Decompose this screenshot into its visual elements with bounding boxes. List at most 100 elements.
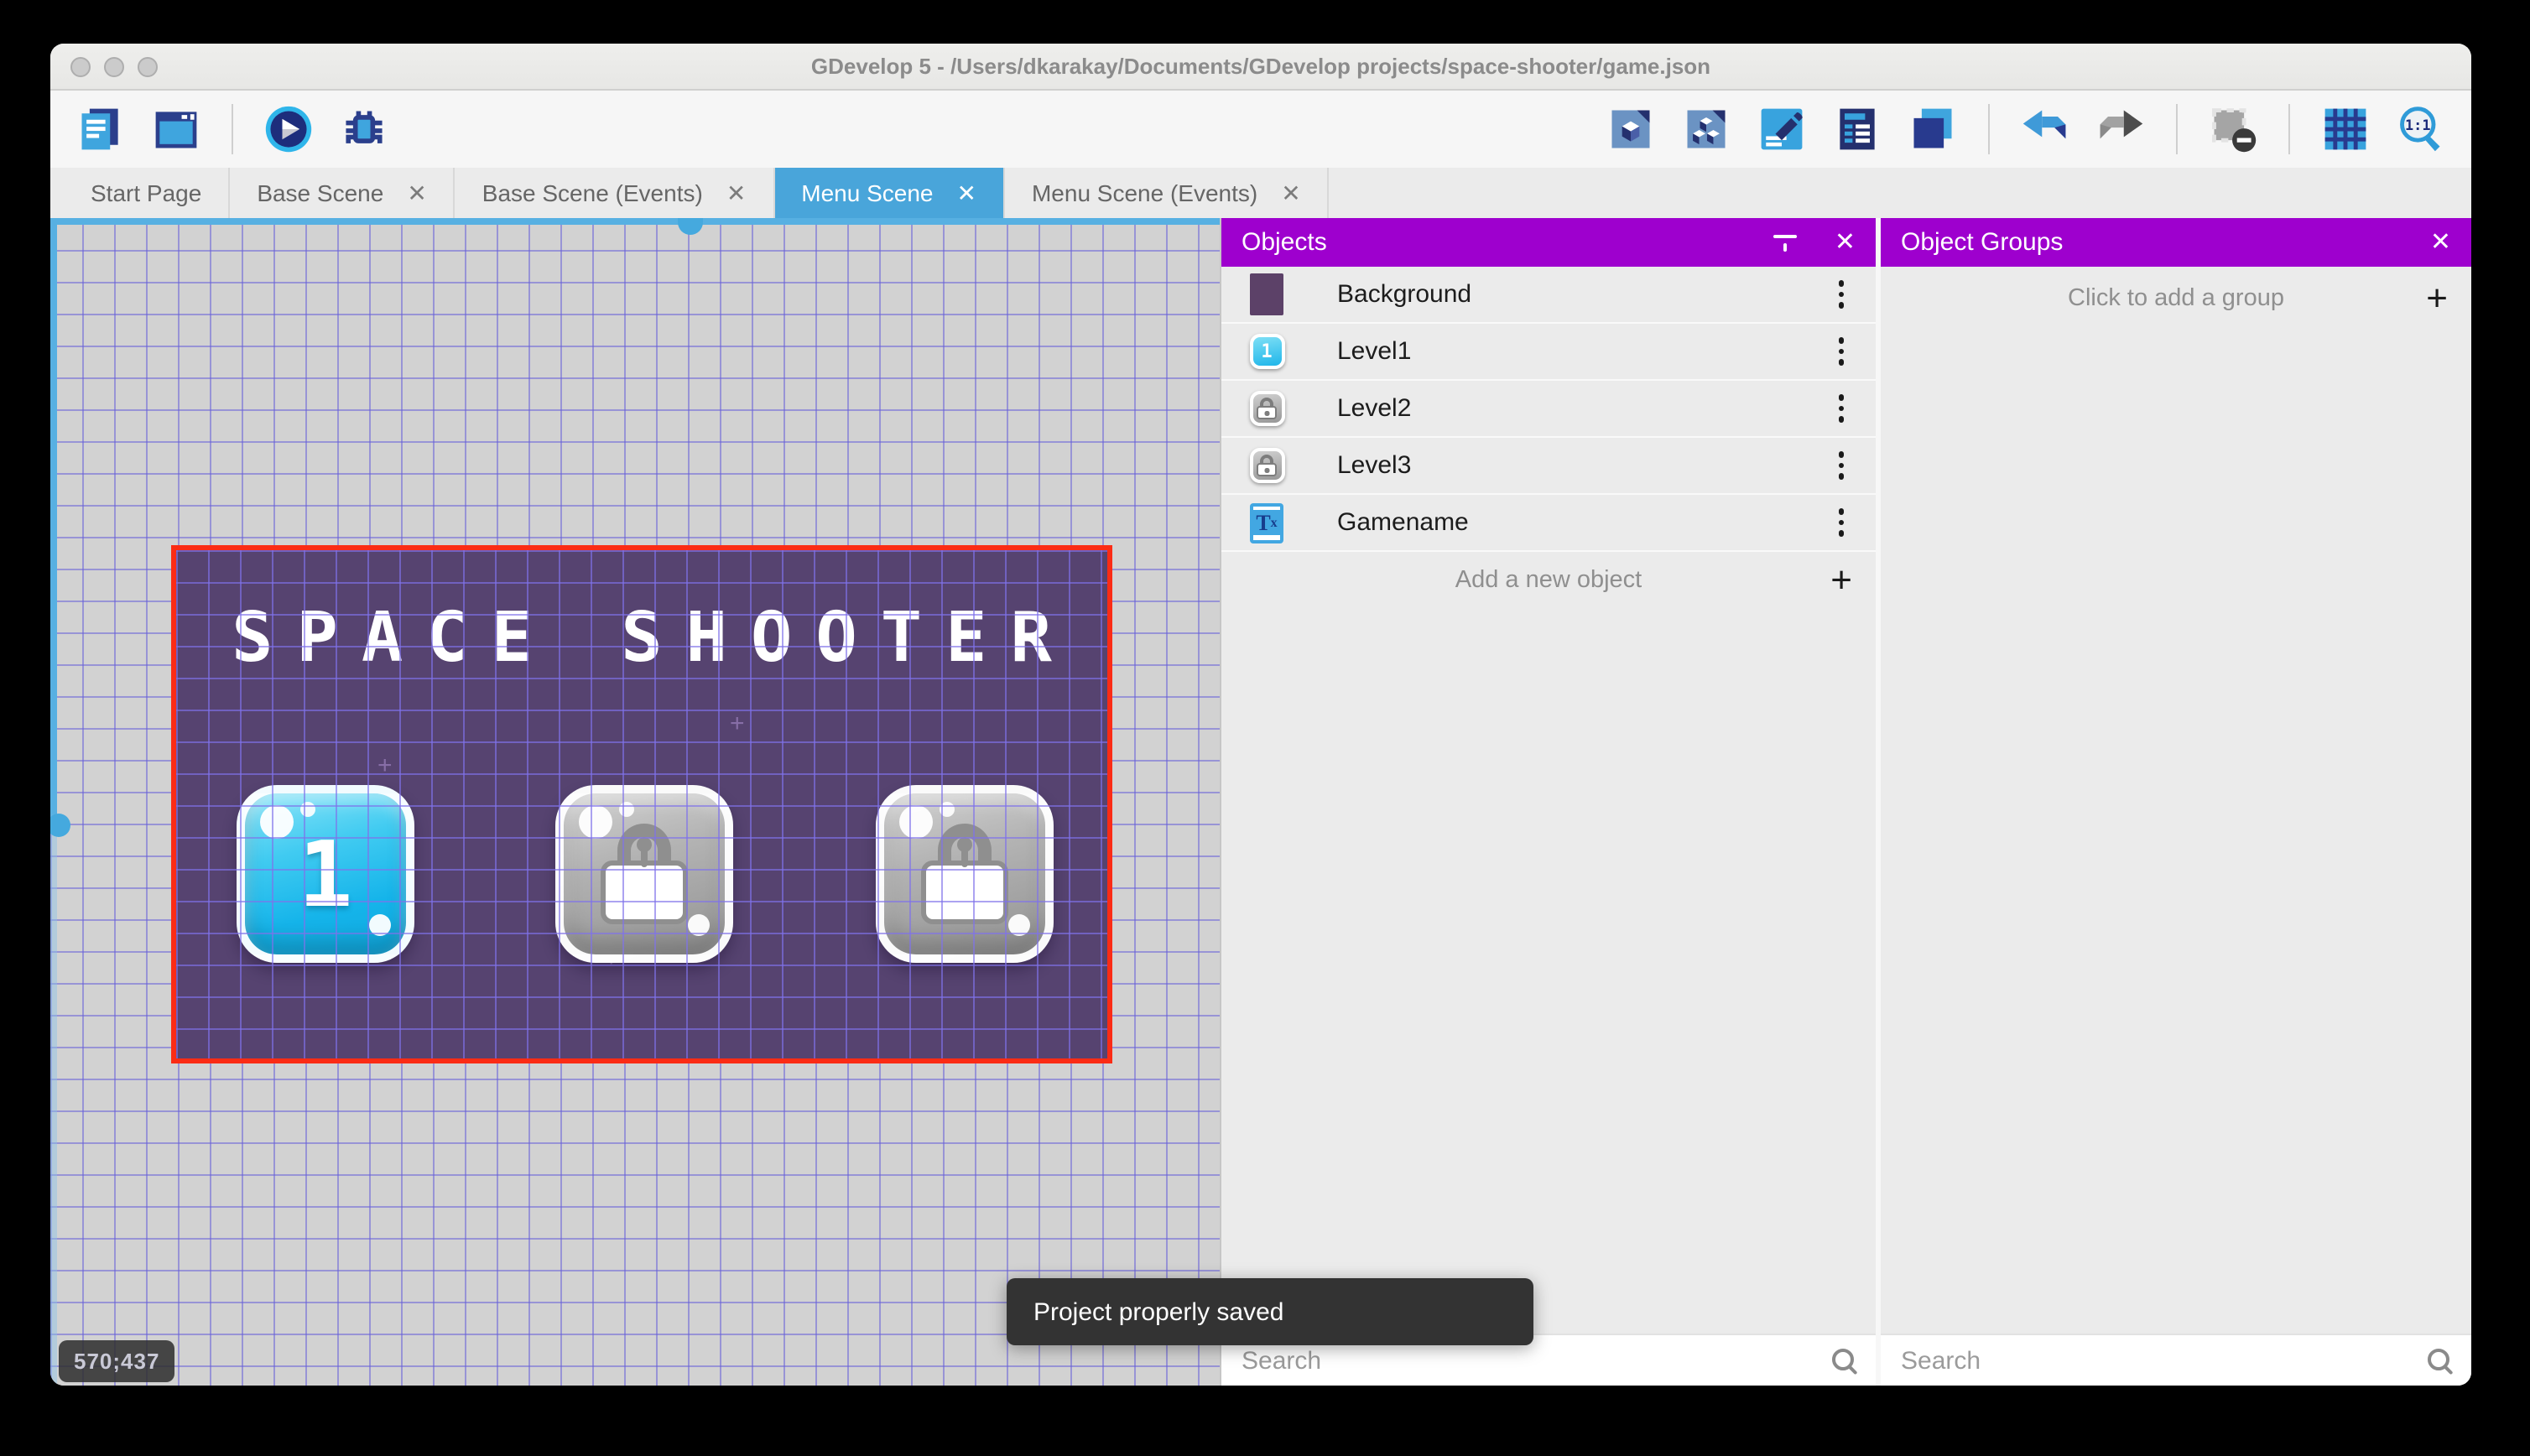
gloss-highlight [940, 802, 955, 817]
objects-panel-header: Objects ✕ [1221, 218, 1876, 267]
search-icon[interactable] [2426, 1346, 2455, 1375]
scene-window-icon[interactable] [149, 102, 203, 156]
grid-icon[interactable] [2319, 102, 2372, 156]
zoom-1-1-icon[interactable]: 1:1 [2394, 102, 2448, 156]
objects-panel-title: Objects [1242, 228, 1774, 257]
tab-label: Menu Scene (Events) [1032, 179, 1257, 206]
object-name: Background [1337, 280, 1471, 309]
close-tab-icon[interactable]: ✕ [957, 181, 976, 205]
objects-panel: Objects ✕ Background 1 Level1 [1220, 218, 1876, 1386]
object-menu-icon[interactable] [1831, 445, 1851, 486]
gloss-highlight [260, 805, 294, 839]
close-object-groups-panel-icon[interactable]: ✕ [2430, 230, 2451, 255]
svg-text:1:1: 1:1 [2405, 117, 2430, 133]
gloss-highlight [369, 914, 391, 936]
cursor-coordinates-badge: 570;437 [59, 1340, 174, 1382]
level3-button[interactable] [876, 785, 1054, 963]
toolbar-separator [232, 104, 233, 154]
add-object-plus-icon[interactable]: + [1830, 562, 1852, 599]
lock-button-icon [1249, 448, 1284, 483]
sparkle: + [730, 710, 745, 738]
objects-list: Background 1 Level1 Level2 [1221, 267, 1876, 1334]
scene-background-instance[interactable]: + + + + SPACE SHOOTER 1 [171, 545, 1112, 1063]
tab-label: Menu Scene [801, 179, 933, 206]
tab-label: Start Page [91, 179, 201, 206]
scene-canvas[interactable]: + + + + SPACE SHOOTER 1 [50, 218, 1220, 1386]
toolbar-separator [1988, 104, 1990, 154]
gdevelop-window: GDevelop 5 - /Users/dkarakay/Documents/G… [50, 44, 2471, 1386]
edit-scene-icon[interactable] [1755, 102, 1809, 156]
game-title-text[interactable]: SPACE SHOOTER [176, 597, 1107, 678]
level-number: 1 [298, 821, 352, 927]
groups-search-input[interactable] [1898, 1344, 2426, 1376]
properties-icon[interactable] [1830, 102, 1884, 156]
horizontal-scrollbar[interactable] [50, 218, 1220, 225]
object-name: Level3 [1337, 451, 1411, 480]
tab-base-scene-events[interactable]: Base Scene (Events) ✕ [456, 168, 775, 218]
object-row-gamename[interactable]: Tx Gamename [1221, 495, 1876, 552]
close-objects-panel-icon[interactable]: ✕ [1835, 230, 1856, 255]
groups-search-bar [1881, 1334, 2471, 1386]
toolbar-separator [2288, 104, 2290, 154]
screen: GDevelop 5 - /Users/dkarakay/Documents/G… [0, 0, 2530, 1456]
object-row-level3[interactable]: Level3 [1221, 438, 1876, 495]
objects-search-input[interactable] [1238, 1344, 1830, 1376]
object-groups-panel-title: Object Groups [1901, 228, 2430, 257]
gloss-highlight [619, 802, 634, 817]
level2-button[interactable] [555, 785, 733, 963]
redo-icon[interactable] [2094, 102, 2147, 156]
add-object-row[interactable]: Add a new object + [1221, 552, 1876, 609]
instances-icon[interactable] [1679, 102, 1733, 156]
level1-button[interactable]: 1 [237, 785, 414, 963]
project-manager-icon[interactable] [74, 102, 128, 156]
object-row-background[interactable]: Background [1221, 267, 1876, 324]
window-title: GDevelop 5 - /Users/dkarakay/Documents/G… [50, 54, 2471, 79]
lock-icon [918, 824, 1012, 924]
close-tab-icon[interactable]: ✕ [726, 181, 746, 205]
object-row-level2[interactable]: Level2 [1221, 381, 1876, 438]
background-swatch-icon [1250, 273, 1283, 315]
lock-button-icon [1249, 391, 1284, 426]
sparkle: + [377, 751, 393, 780]
object-groups-list: Click to add a group + [1881, 267, 2471, 1334]
object-name: Level1 [1337, 337, 1411, 366]
lock-icon [597, 824, 691, 924]
object-name: Gamename [1337, 508, 1469, 537]
object-menu-icon[interactable] [1831, 331, 1851, 372]
vertical-scrollbar-thumb[interactable] [50, 814, 70, 837]
tab-base-scene[interactable]: Base Scene ✕ [230, 168, 455, 218]
layers-icon[interactable] [1906, 102, 1960, 156]
gloss-highlight [300, 802, 315, 817]
object-menu-icon[interactable] [1831, 502, 1851, 543]
object-groups-panel-header: Object Groups ✕ [1881, 218, 2471, 267]
close-tab-icon[interactable]: ✕ [1281, 181, 1300, 205]
object-menu-icon[interactable] [1831, 274, 1851, 315]
search-icon[interactable] [1830, 1346, 1859, 1375]
add-group-row[interactable]: Click to add a group + [1881, 267, 2471, 329]
horizontal-scrollbar-thumb[interactable] [678, 218, 703, 235]
tab-label: Base Scene (Events) [482, 179, 703, 206]
filter-icon[interactable] [1774, 234, 1798, 251]
tab-menu-scene[interactable]: Menu Scene ✕ [774, 168, 1005, 218]
object-menu-icon[interactable] [1831, 388, 1851, 429]
tab-menu-scene-events[interactable]: Menu Scene (Events) ✕ [1005, 168, 1330, 218]
object-icon[interactable] [1604, 102, 1658, 156]
titlebar: GDevelop 5 - /Users/dkarakay/Documents/G… [50, 44, 2471, 91]
tabbar: Start Page Base Scene ✕ Base Scene (Even… [50, 168, 2471, 218]
add-object-label: Add a new object [1455, 567, 1642, 594]
object-name: Level2 [1337, 394, 1411, 423]
debug-icon[interactable] [337, 102, 391, 156]
tab-label: Base Scene [257, 179, 383, 206]
object-groups-panel: Object Groups ✕ Click to add a group + [1881, 218, 2471, 1386]
text-object-icon: Tx [1250, 502, 1283, 543]
play-icon[interactable] [262, 102, 315, 156]
object-row-level1[interactable]: 1 Level1 [1221, 324, 1876, 381]
add-group-plus-icon[interactable]: + [2426, 279, 2448, 316]
level1-button-icon: 1 [1249, 334, 1284, 369]
save-toast: Project properly saved [1007, 1278, 1533, 1345]
deselect-instances-icon[interactable] [2206, 102, 2260, 156]
tab-start-page[interactable]: Start Page [64, 168, 230, 218]
vertical-scrollbar[interactable] [50, 218, 57, 1386]
undo-icon[interactable] [2018, 102, 2072, 156]
close-tab-icon[interactable]: ✕ [407, 181, 426, 205]
